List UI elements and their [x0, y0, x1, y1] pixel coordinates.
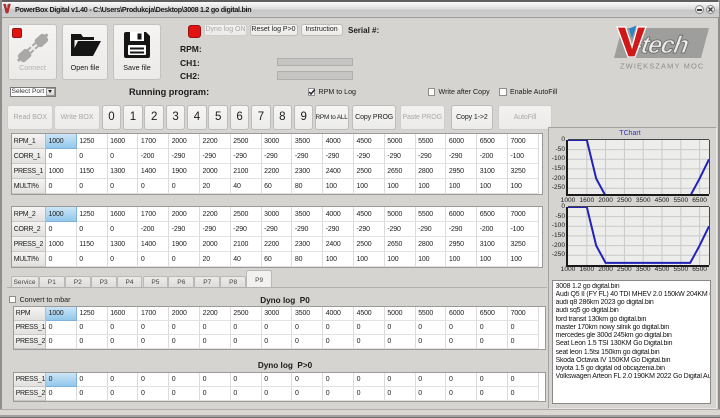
svg-text:ZWIĘKSZAMY MOC: ZWIĘKSZAMY MOC [620, 62, 704, 71]
